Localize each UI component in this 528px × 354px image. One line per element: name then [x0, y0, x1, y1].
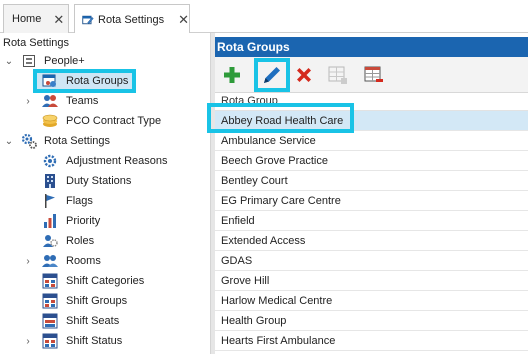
tree-item-shift-status[interactable]: › Shift Status: [0, 331, 210, 351]
grid-add-icon: [328, 66, 347, 84]
building-icon: [42, 173, 58, 189]
adjustment-icon: [42, 153, 58, 169]
roles-icon: [42, 233, 58, 249]
rota-group-cell: Beech Grove Practice: [221, 155, 328, 167]
table-row[interactable]: Ambulance Service: [215, 131, 528, 151]
tree-item-label: Teams: [66, 95, 99, 107]
grid-remove-icon: [364, 66, 383, 82]
tree-item-label: Rooms: [66, 255, 101, 267]
tree-item-rota-groups[interactable]: Rota Groups: [0, 71, 210, 91]
tree-item-label: People+: [44, 55, 85, 67]
left-panel: Rota Settings ⌄ People+ Rota Groups › Te…: [0, 33, 210, 354]
tree-item-shift-categories[interactable]: Shift Categories: [0, 271, 210, 291]
rota-group-cell: Extended Access: [221, 235, 306, 247]
tree-item-label: Adjustment Reasons: [66, 155, 168, 167]
tree-item-roles[interactable]: Roles: [0, 231, 210, 251]
flag-icon: [42, 193, 58, 209]
rooms-icon: [42, 253, 58, 269]
shift-categories-icon: [42, 273, 58, 289]
table-row[interactable]: Bentley Court: [215, 171, 528, 191]
tab-rota-settings-close-icon[interactable]: ✕: [178, 13, 189, 26]
tree-item-priority[interactable]: Priority: [0, 211, 210, 231]
rota-group-cell: EG Primary Care Centre: [221, 195, 341, 207]
tree-item-shift-groups[interactable]: Shift Groups: [0, 291, 210, 311]
shift-status-icon: [42, 333, 58, 349]
expand-chevron-icon[interactable]: ›: [23, 96, 33, 107]
table-row[interactable]: Health Group: [215, 311, 528, 331]
rota-group-cell: Hearts First Ambulance: [221, 335, 336, 347]
coins-icon: [42, 113, 58, 129]
tab-home[interactable]: Home ✕: [3, 4, 69, 33]
table-row[interactable]: Grove Hill: [215, 271, 528, 291]
tree-item-label: Shift Status: [66, 335, 123, 347]
expand-chevron-icon[interactable]: ›: [23, 336, 33, 347]
tree-item-label: Shift Seats: [66, 315, 120, 327]
table-row[interactable]: Enfield: [215, 211, 528, 231]
tab-rota-settings[interactable]: Rota Settings ✕: [74, 4, 190, 34]
tree-item-teams[interactable]: › Teams: [0, 91, 210, 111]
rota-settings-tab-icon: [82, 15, 94, 24]
tree-item-shift-seats[interactable]: Shift Seats: [0, 311, 210, 331]
toolbar: [215, 57, 528, 93]
tab-rota-settings-label: Rota Settings: [98, 13, 165, 26]
rota-group-cell: Enfield: [221, 215, 255, 227]
expand-chevron-icon[interactable]: ⌄: [4, 136, 14, 147]
tree-item-rota-settings[interactable]: ⌄ Rota Settings: [0, 131, 210, 151]
tab-home-close-icon[interactable]: ✕: [53, 13, 64, 26]
tab-home-label: Home: [12, 13, 42, 25]
rota-groups-icon: [42, 73, 58, 89]
panel-title: Rota Groups: [217, 40, 290, 54]
tree-item-pco-contract-type[interactable]: PCO Contract Type: [0, 111, 210, 131]
shift-groups-icon: [42, 293, 58, 309]
tree-item-label: Priority: [66, 215, 101, 227]
tab-bar: Home ✕ Rota Settings ✕: [0, 0, 528, 34]
tree-item-label: Flags: [66, 195, 93, 207]
rota-group-cell: GDAS: [221, 255, 253, 267]
grid-add-button[interactable]: [325, 62, 351, 88]
right-panel: Rota Groups Rota Group Abbey Road Health…: [207, 33, 528, 354]
rota-group-cell: Bentley Court: [221, 175, 288, 187]
rota-group-cell: Grove Hill: [221, 275, 270, 287]
gears-icon: [21, 133, 37, 149]
selected-row-highlight: [207, 103, 354, 133]
left-panel-title: Rota Settings: [3, 37, 70, 49]
tree-item-adjustment-reasons[interactable]: Adjustment Reasons: [0, 151, 210, 171]
table-row[interactable]: EG Primary Care Centre: [215, 191, 528, 211]
tree-item-label: Duty Stations: [66, 175, 132, 187]
panel-header: Rota Groups: [215, 37, 528, 57]
shift-seats-icon: [42, 313, 58, 329]
tree-item-label: Rota Groups: [66, 75, 129, 87]
tree-item-people-plus[interactable]: ⌄ People+: [0, 51, 210, 71]
grid-remove-button[interactable]: [361, 62, 387, 88]
rota-group-cell: Ambulance Service: [221, 135, 316, 147]
table-row[interactable]: GDAS: [215, 251, 528, 271]
tree-item-label: Roles: [66, 235, 95, 247]
delete-icon: [297, 68, 311, 82]
tree-item-label: PCO Contract Type: [66, 115, 162, 127]
add-button[interactable]: [219, 62, 245, 88]
tree-item-flags[interactable]: Flags: [0, 191, 210, 211]
delete-button[interactable]: [291, 62, 317, 88]
people-plus-icon: [21, 53, 37, 69]
tree-item-label: Shift Groups: [66, 295, 128, 307]
rota-group-cell: Harlow Medical Centre: [221, 295, 333, 307]
table-row[interactable]: Hearts First Ambulance: [215, 331, 528, 351]
expand-chevron-icon[interactable]: ⌄: [4, 56, 14, 67]
table-row[interactable]: Harlow Medical Centre: [215, 291, 528, 311]
rota-group-cell: Health Group: [221, 315, 287, 327]
edit-pencil-icon: [264, 67, 280, 83]
tree-item-duty-stations[interactable]: Duty Stations: [0, 171, 210, 191]
tree-item-rooms[interactable]: › Rooms: [0, 251, 210, 271]
table-row[interactable]: Beech Grove Practice: [215, 151, 528, 171]
priority-icon: [42, 213, 58, 229]
tree-item-label: Rota Settings: [44, 135, 111, 147]
table-row[interactable]: Extended Access: [215, 231, 528, 251]
edit-button[interactable]: [259, 62, 285, 88]
add-icon: [224, 67, 240, 83]
expand-chevron-icon[interactable]: ›: [23, 256, 33, 267]
teams-icon: [42, 93, 58, 109]
tree-item-label: Shift Categories: [66, 275, 145, 287]
